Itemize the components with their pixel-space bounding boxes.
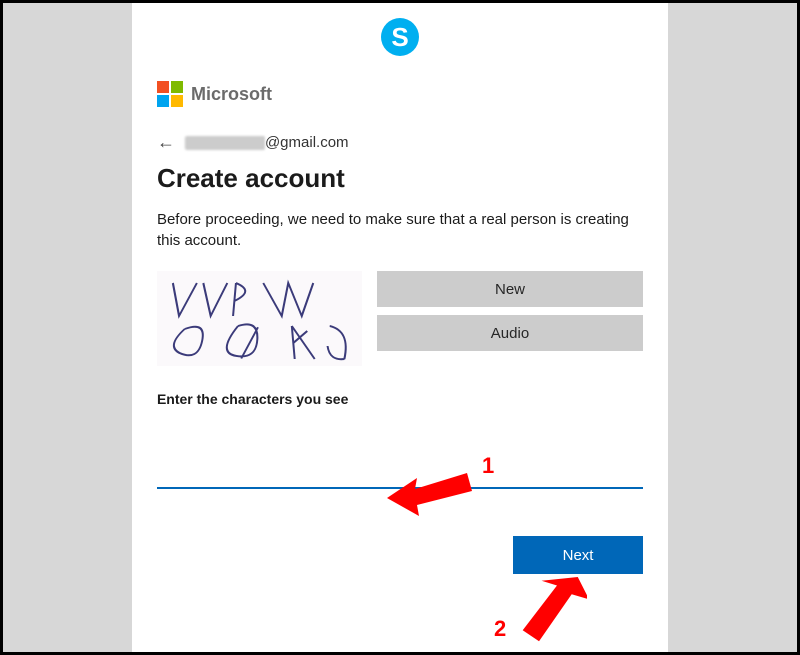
app-window: S Microsoft ← @gmail.com Create account … bbox=[0, 0, 800, 655]
annotation-label-2: 2 bbox=[494, 616, 506, 642]
email-domain: @gmail.com bbox=[265, 134, 349, 151]
captcha-new-button[interactable]: New bbox=[377, 271, 643, 307]
skype-logo: S bbox=[381, 18, 419, 56]
annotation-label-1: 1 bbox=[482, 453, 494, 479]
skype-icon: S bbox=[391, 22, 408, 53]
page-title: Create account bbox=[157, 163, 643, 194]
captcha-image bbox=[157, 271, 362, 366]
right-margin bbox=[668, 3, 797, 652]
captcha-input-label: Enter the characters you see bbox=[157, 391, 643, 407]
page-description: Before proceeding, we need to make sure … bbox=[157, 209, 643, 251]
microsoft-header: Microsoft bbox=[157, 81, 643, 107]
next-button[interactable]: Next bbox=[513, 536, 643, 574]
create-account-panel: S Microsoft ← @gmail.com Create account … bbox=[132, 3, 668, 652]
identity-row: ← @gmail.com bbox=[157, 132, 643, 153]
microsoft-label: Microsoft bbox=[191, 84, 272, 105]
annotation-arrow-2 bbox=[517, 573, 587, 648]
microsoft-logo-icon bbox=[157, 81, 183, 107]
captcha-section: New Audio bbox=[157, 271, 643, 366]
left-margin bbox=[3, 3, 132, 652]
captcha-input[interactable] bbox=[157, 455, 643, 489]
back-arrow-icon[interactable]: ← bbox=[157, 132, 175, 153]
captcha-buttons: New Audio bbox=[377, 271, 643, 366]
captcha-audio-button[interactable]: Audio bbox=[377, 315, 643, 351]
email-redacted bbox=[185, 136, 265, 150]
